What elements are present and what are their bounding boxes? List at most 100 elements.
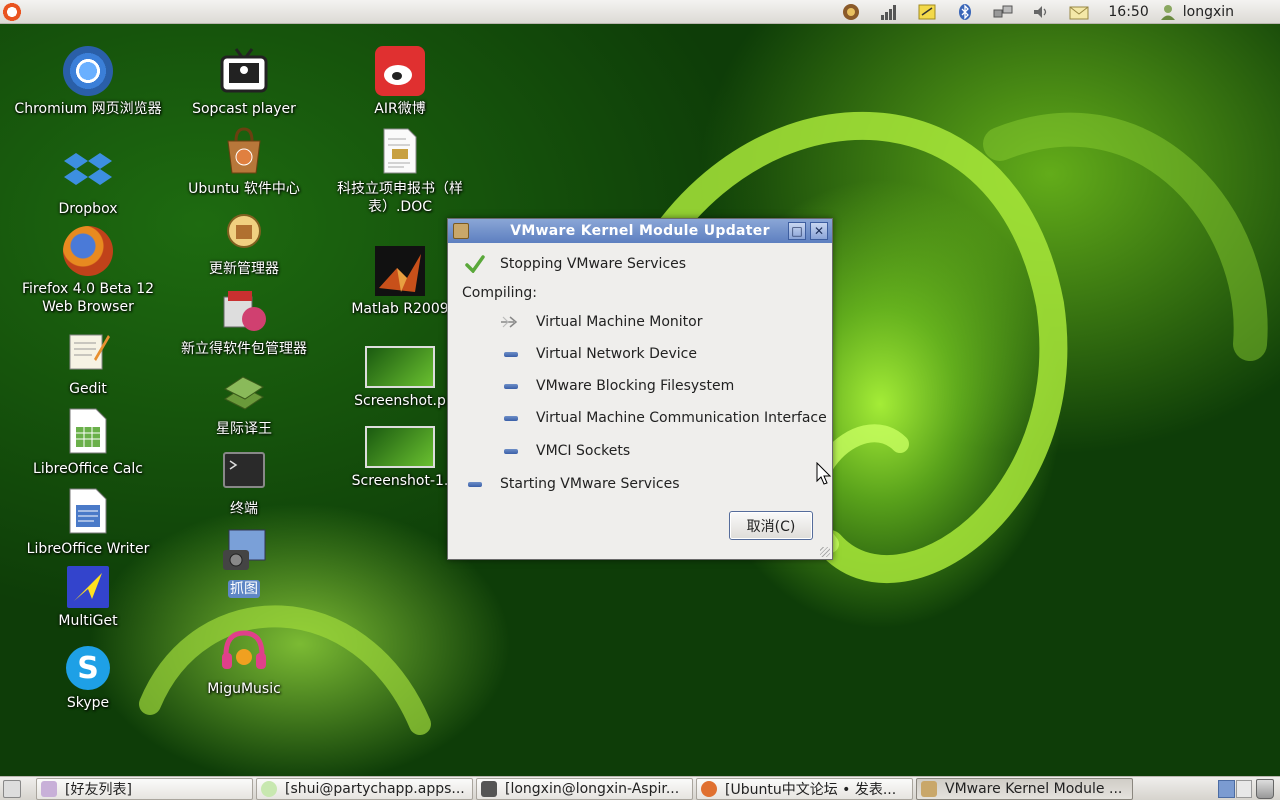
desktop-icon-screenshot-tool[interactable]: 抓图 (169, 526, 319, 598)
desktop-icon-label: AIR微博 (374, 101, 426, 117)
resize-grip[interactable] (820, 547, 830, 557)
task-terminal[interactable]: [longxin@longxin-Aspir... (476, 778, 693, 800)
desktop-icon-libreoffice-writer[interactable]: LibreOffice Writer (13, 486, 163, 558)
screenshot-icon (219, 526, 269, 576)
check-icon (464, 255, 486, 273)
gedit-icon (63, 326, 113, 376)
weibo-icon (375, 46, 425, 96)
desktop-icon-software-center[interactable]: Ubuntu 软件中心 (169, 126, 319, 198)
network-icon[interactable] (992, 2, 1014, 22)
desktop-icon-stardict[interactable]: 星际译王 (169, 366, 319, 438)
pending-dash-icon (500, 442, 522, 460)
desktop-icon-label: MiguMusic (207, 681, 281, 697)
pending-dash-icon (500, 345, 522, 363)
cancel-button[interactable]: 取消(C) (729, 511, 813, 540)
dialog-titlebar[interactable]: VMware Kernel Module Updater □ ✕ (448, 219, 832, 243)
firefox-icon (701, 781, 717, 797)
top-panel: 16:50 longxin (0, 0, 1280, 24)
desktop-icon-multiget[interactable]: MultiGet (13, 566, 163, 630)
desktop-icon-chromium[interactable]: Chromium 网页浏览器 (13, 46, 163, 118)
terminal-icon (219, 446, 269, 496)
compile-item-label: Virtual Machine Communication Interface (536, 410, 827, 426)
firefox-icon (63, 226, 113, 276)
desktop-icon-label: 终端 (230, 501, 258, 517)
desktop-icon-sopcast[interactable]: Sopcast player (169, 46, 319, 118)
desktop-icon-label: Ubuntu 软件中心 (188, 181, 300, 197)
user-icon (1160, 5, 1175, 20)
desktop-icon-document[interactable]: 科技立项申报书（样表）.DOC (325, 126, 475, 216)
desktop-icon-air-weibo[interactable]: AIR微博 (325, 46, 475, 118)
user-menu[interactable]: longxin (1159, 3, 1234, 21)
workspace-switcher[interactable] (1218, 780, 1252, 798)
compile-item-vmci: Virtual Machine Communication Interface (500, 409, 827, 427)
multiget-icon (67, 566, 109, 608)
image-thumb-icon (365, 426, 435, 468)
desktop-icon-terminal[interactable]: 终端 (169, 446, 319, 518)
desktop-icon-label: 星际译王 (216, 421, 272, 437)
notes-icon[interactable] (916, 2, 938, 22)
mail-icon[interactable] (1068, 2, 1090, 22)
compile-item-label: Virtual Machine Monitor (536, 314, 703, 330)
matlab-icon (375, 246, 425, 296)
show-desktop-icon[interactable] (3, 780, 21, 798)
software-center-icon (219, 126, 269, 176)
task-label: [longxin@longxin-Aspir... (505, 781, 680, 797)
desktop-icon-label: Gedit (69, 381, 107, 397)
compile-item-vmm: Virtual Machine Monitor (500, 313, 702, 331)
desktop-icon-label: Screenshot-1. (351, 473, 449, 489)
bluetooth-icon[interactable] (954, 2, 976, 22)
clock[interactable]: 16:50 (1108, 4, 1148, 20)
desktop-icon-label: 科技立项申报书（样表）.DOC (337, 181, 463, 215)
shield-icon[interactable] (840, 2, 862, 22)
compile-item-label: VMware Blocking Filesystem (536, 378, 735, 394)
desktop-icon-label: Skype (66, 695, 110, 711)
desktop-icon-synaptic[interactable]: 新立得软件包管理器 (169, 286, 319, 358)
task-chat[interactable]: [shui@partychapp.apps... (256, 778, 473, 800)
synaptic-icon (219, 286, 269, 336)
desktop-icon-label: Screenshot.p (354, 393, 446, 409)
compile-item-label: VMCI Sockets (536, 443, 631, 459)
desktop-icon-label: 抓图 (228, 580, 260, 598)
task-firefox[interactable]: [Ubuntu中文论坛 • 发表... (696, 778, 913, 800)
compile-item-vbf: VMware Blocking Filesystem (500, 377, 734, 395)
close-button[interactable]: ✕ (810, 222, 828, 240)
compile-item-label: Virtual Network Device (536, 346, 697, 362)
task-label: [shui@partychapp.apps... (285, 781, 465, 797)
maximize-button[interactable]: □ (788, 222, 806, 240)
document-icon (375, 126, 425, 176)
desktop-icon-libreoffice-calc[interactable]: LibreOffice Calc (13, 406, 163, 478)
skype-icon: S (66, 646, 110, 690)
step-stopping-services: Stopping VMware Services (464, 255, 686, 273)
desktop-icon-gedit[interactable]: Gedit (13, 326, 163, 398)
desktop-icon-firefox[interactable]: Firefox 4.0 Beta 12 Web Browser (13, 226, 163, 316)
task-buddy-list[interactable]: [好友列表] (36, 778, 253, 800)
step-starting-services: Starting VMware Services (464, 475, 680, 493)
desktop-icon-dropbox[interactable]: Dropbox (13, 146, 163, 218)
vmware-app-icon[interactable] (453, 223, 469, 239)
desktop-icon-label: Dropbox (58, 201, 118, 217)
desktop-icon-label: 新立得软件包管理器 (181, 341, 307, 357)
migumusic-icon (219, 626, 269, 676)
terminal-icon (481, 781, 497, 797)
desktop-icon-label: MultiGet (58, 613, 118, 629)
workspace-2[interactable] (1235, 780, 1252, 798)
vmware-app-icon (921, 781, 937, 797)
signal-icon[interactable] (878, 2, 900, 22)
system-tray: 16:50 longxin (832, 0, 1280, 24)
chat-icon (261, 781, 277, 797)
task-label: VMware Kernel Module ... (945, 781, 1123, 797)
desktop-icon-migumusic[interactable]: MiguMusic (169, 626, 319, 698)
pending-dash-icon (464, 475, 486, 493)
ubuntu-menu-icon[interactable] (1, 0, 23, 23)
volume-icon[interactable] (1030, 2, 1052, 22)
trash-icon[interactable] (1256, 779, 1274, 799)
workspace-1[interactable] (1218, 780, 1235, 798)
task-vmware-updater[interactable]: VMware Kernel Module ... (916, 778, 1133, 800)
task-label: [Ubuntu中文论坛 • 发表... (725, 782, 897, 798)
stardict-icon (219, 366, 269, 416)
desktop-icon-update-manager[interactable]: 更新管理器 (169, 206, 319, 278)
desktop-icon-skype[interactable]: S Skype (13, 646, 163, 712)
task-label: [好友列表] (65, 782, 132, 798)
bottom-panel: [好友列表] [shui@partychapp.apps... [longxin… (0, 776, 1280, 800)
vmware-updater-dialog: VMware Kernel Module Updater □ ✕ Stoppin… (447, 218, 833, 560)
